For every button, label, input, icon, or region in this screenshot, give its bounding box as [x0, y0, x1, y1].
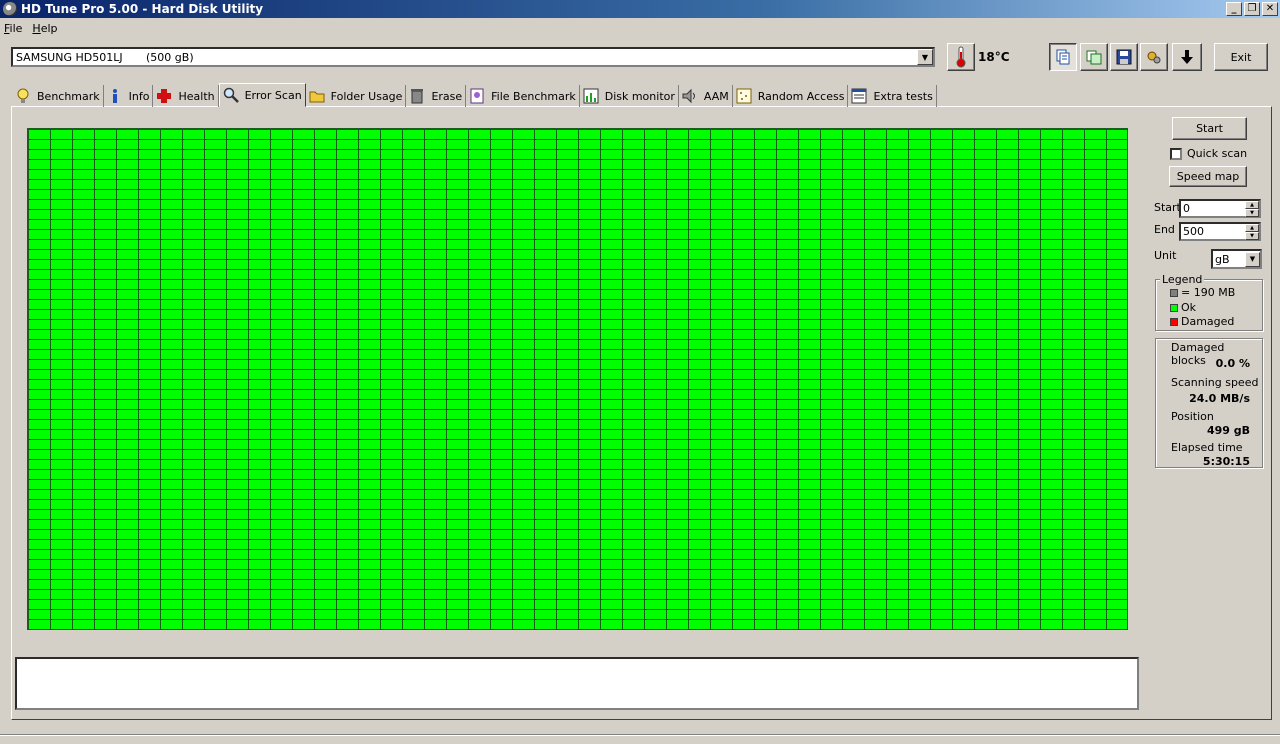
tab-label: Erase: [431, 89, 463, 103]
exit-button[interactable]: Exit: [1214, 43, 1268, 71]
legend-item-block-size: = 190 MB: [1170, 286, 1235, 299]
tab-label: File Benchmark: [491, 89, 576, 103]
elapsed-time-label: Elapsed time: [1171, 441, 1243, 454]
tab-folder-usage[interactable]: Folder Usage: [306, 85, 407, 107]
spin-up-icon[interactable]: ▲: [1245, 224, 1259, 232]
quick-scan-label: Quick scan: [1187, 147, 1248, 160]
tab-label: Random Access: [757, 89, 845, 103]
random-access-icon: [736, 88, 752, 104]
temperature-button[interactable]: [947, 43, 975, 71]
close-button[interactable]: ✕: [1262, 2, 1278, 16]
scan-log-box: [15, 657, 1139, 710]
status-strip: [0, 734, 1280, 744]
menu-help[interactable]: Help: [28, 22, 63, 35]
legend-item-ok: Ok: [1170, 301, 1196, 314]
monitor-chart-icon: [583, 88, 599, 104]
unit-label: Unit: [1154, 249, 1177, 262]
tab-disk-monitor[interactable]: Disk monitor: [580, 85, 679, 107]
chevron-down-icon[interactable]: ▼: [917, 49, 933, 65]
tab-benchmark[interactable]: Benchmark: [12, 85, 104, 107]
tab-bar: Benchmark Info Health Error Scan Folder …: [12, 83, 937, 107]
error-scan-block-grid: [27, 128, 1128, 630]
thermometer-icon: [956, 46, 966, 68]
unit-select[interactable]: gB ▼: [1211, 249, 1262, 269]
temperature-value: 18°C: [978, 50, 1010, 64]
options-icon: [1147, 51, 1161, 64]
trash-icon: [409, 88, 425, 104]
extra-tests-icon: [851, 88, 867, 104]
end-field-label: End: [1154, 223, 1175, 236]
damaged-blocks-value: 0.0 %: [1215, 357, 1250, 370]
folder-icon: [309, 88, 325, 104]
spin-down-icon[interactable]: ▼: [1245, 209, 1259, 217]
spin-up-icon[interactable]: ▲: [1245, 201, 1259, 209]
file-benchmark-icon: [469, 88, 485, 104]
window-title: HD Tune Pro 5.00 - Hard Disk Utility: [21, 2, 264, 16]
options-button[interactable]: [1140, 43, 1168, 71]
drive-size: (500 gB): [146, 50, 194, 64]
scanning-speed-value: 24.0 MB/s: [1189, 392, 1250, 405]
start-field-label: Start: [1154, 201, 1181, 214]
tab-label: Extra tests: [873, 89, 933, 103]
end-value: 500: [1183, 225, 1204, 238]
scan-stats-group: Damaged blocks 0.0 % Scanning speed 24.0…: [1155, 338, 1263, 468]
save-icon: [1116, 49, 1132, 65]
drive-name: SAMSUNG HD501LJ: [16, 50, 123, 64]
tab-label: Benchmark: [37, 89, 100, 103]
tab-label: AAM: [703, 89, 729, 103]
download-arrow-icon: [1181, 50, 1193, 64]
tab-label: Disk monitor: [604, 89, 675, 103]
magnifier-icon: [223, 87, 239, 103]
app-disk-icon: [3, 2, 17, 16]
tab-label: Info: [128, 89, 150, 103]
unit-value: gB: [1215, 252, 1230, 266]
restore-button[interactable]: ❐: [1244, 2, 1260, 16]
start-value: 0: [1183, 202, 1190, 215]
lightbulb-icon: [15, 88, 31, 104]
chevron-down-icon[interactable]: ▼: [1245, 251, 1260, 267]
tab-health[interactable]: Health: [153, 85, 219, 107]
tab-label: Folder Usage: [330, 89, 403, 103]
copy-screen-button[interactable]: [1080, 43, 1108, 71]
copy-text-icon: [1056, 49, 1070, 65]
end-spinner[interactable]: 500 ▲ ▼: [1179, 222, 1261, 241]
start-button[interactable]: Start: [1172, 117, 1247, 140]
position-label: Position: [1171, 410, 1214, 423]
speaker-icon: [682, 88, 698, 104]
menu-bar: File Help: [0, 19, 1280, 37]
tab-error-scan[interactable]: Error Scan: [218, 83, 306, 107]
tab-label: Error Scan: [244, 88, 302, 102]
minimize-button[interactable]: _: [1226, 2, 1242, 16]
tab-random-access[interactable]: Random Access: [733, 85, 849, 107]
green-swatch-icon: [1170, 303, 1178, 312]
save-button[interactable]: [1110, 43, 1138, 71]
legend-group: Legend = 190 MB Ok Damaged: [1155, 273, 1263, 331]
scanning-speed-label: Scanning speed: [1171, 376, 1259, 389]
red-cross-icon: [156, 88, 172, 104]
tab-erase[interactable]: Erase: [406, 85, 467, 107]
position-value: 499 gB: [1206, 424, 1250, 437]
tab-file-benchmark[interactable]: File Benchmark: [466, 85, 580, 107]
copy-text-button[interactable]: [1049, 43, 1077, 71]
download-button[interactable]: [1172, 43, 1202, 71]
gray-swatch-icon: [1170, 288, 1178, 297]
menu-file[interactable]: File: [0, 22, 28, 35]
start-spinner[interactable]: 0 ▲ ▼: [1179, 199, 1261, 218]
drive-select[interactable]: SAMSUNG HD501LJ (500 gB) ▼: [11, 47, 935, 67]
tab-label: Health: [178, 89, 215, 103]
title-bar: HD Tune Pro 5.00 - Hard Disk Utility _ ❐…: [0, 0, 1280, 18]
speed-map-button[interactable]: Speed map: [1169, 166, 1247, 187]
tab-extra-tests[interactable]: Extra tests: [848, 85, 937, 107]
elapsed-time-value: 5:30:15: [1202, 455, 1250, 468]
tab-aam[interactable]: AAM: [679, 85, 733, 107]
red-swatch-icon: [1170, 317, 1178, 326]
legend-item-damaged: Damaged: [1170, 315, 1234, 328]
info-icon: [107, 88, 123, 104]
legend-title: Legend: [1160, 273, 1205, 286]
quick-scan-checkbox[interactable]: [1170, 148, 1182, 160]
copy-screen-icon: [1086, 50, 1102, 65]
spin-down-icon[interactable]: ▼: [1245, 232, 1259, 240]
tab-info[interactable]: Info: [104, 85, 154, 107]
